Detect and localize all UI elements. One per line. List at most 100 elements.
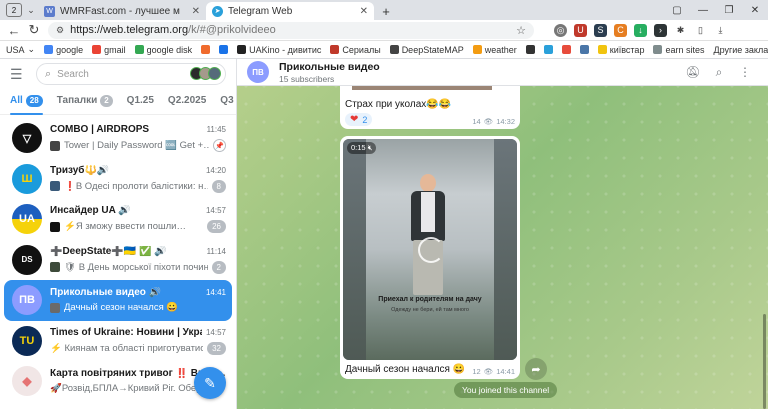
folder-tab-tapalki[interactable]: Тапалки 2: [57, 87, 113, 115]
more-options-icon[interactable]: ⋮: [732, 65, 758, 79]
unread-badge: 8: [211, 179, 226, 193]
chat-item-prikolnye-video[interactable]: ПВ Прикольные видео 🔊 14:41 Дачный сезон …: [4, 280, 232, 321]
serials-icon: [330, 45, 340, 54]
stories-avatars[interactable]: [190, 67, 221, 80]
folder-tab-q3[interactable]: Q3: [220, 87, 233, 115]
bookmark-gmail[interactable]: gmail: [92, 45, 126, 55]
search-placeholder: Search: [57, 68, 89, 80]
extension-shield-icon[interactable]: U: [574, 23, 587, 37]
chat-time: 14:41: [205, 288, 226, 298]
chat-time: 11:45: [206, 125, 226, 135]
avatar: ◆: [12, 366, 42, 397]
bookmark-google[interactable]: google: [44, 45, 83, 55]
tab-search-chevron-icon[interactable]: ⌄: [24, 5, 38, 16]
video-blur-right: [494, 139, 517, 360]
bookmark-deepstatemap[interactable]: DeepStateMAP: [389, 45, 464, 55]
bookmark-12[interactable]: [561, 45, 571, 54]
forward-button[interactable]: ➦: [525, 358, 547, 380]
heart-icon: ❤: [350, 114, 359, 125]
story-avatar[interactable]: [208, 67, 221, 80]
new-tab-button[interactable]: +: [378, 3, 394, 19]
uakino-icon: [237, 45, 247, 54]
minimize-icon[interactable]: —: [690, 0, 716, 20]
bookmark-13[interactable]: [579, 45, 589, 54]
map-icon: ◆: [22, 374, 32, 389]
profile-icon[interactable]: ▢: [664, 0, 690, 20]
extensions-area: ◎ U S C ↓ › ✱ ▯ ⤓: [554, 23, 727, 37]
search-input[interactable]: ⌕ Search: [36, 63, 226, 85]
pin-icon: 📌: [213, 139, 226, 153]
vk-icon: [579, 45, 589, 54]
extension-download-icon[interactable]: ↓: [634, 23, 647, 37]
tab-title: WMRFast.com - лучшее м: [60, 5, 180, 17]
other-bookmarks[interactable]: Другие закладки: [713, 45, 768, 55]
folder-tab-all[interactable]: All 28: [10, 87, 43, 115]
extensions-puzzle-icon[interactable]: ✱: [674, 24, 687, 37]
bookmark-10[interactable]: [525, 45, 535, 54]
bookmark-usa[interactable]: USA ⌄: [6, 44, 35, 55]
folder-tab-q2[interactable]: Q2.2025: [168, 87, 206, 115]
restore-icon[interactable]: ❐: [716, 0, 742, 20]
extension-globe-icon[interactable]: ◎: [554, 23, 567, 37]
bookmark-weather[interactable]: weather: [472, 45, 517, 55]
subscriber-count: 15 subscribers: [279, 73, 335, 84]
google-drive-icon: [134, 45, 144, 54]
chat-item-times-of-ukraine[interactable]: TU Times of Ukraine: Новини | Україна14:…: [4, 321, 232, 362]
avatar: Ш: [12, 163, 42, 194]
bookmark-earn-sites[interactable]: earn sites: [653, 45, 704, 55]
bookmark-uakino[interactable]: UAKino - дивитис: [237, 45, 321, 55]
close-tab-icon[interactable]: ✕: [192, 6, 200, 17]
chat-item-insider-ua[interactable]: UA Инсайдер UA 🔊 14:57 ⚡Я зможу ввести по…: [4, 199, 232, 240]
sidepanel-icon[interactable]: ▯: [694, 24, 707, 37]
browser-tab-wmrfast[interactable]: W WMRFast.com - лучшее м ✕: [38, 2, 206, 20]
url-bar[interactable]: ⚙ https://web.telegram.org/k/#@prikolvid…: [48, 21, 534, 39]
hamburger-menu-icon[interactable]: ☰: [10, 66, 28, 83]
chat-time: 14:20: [205, 165, 226, 175]
bookmark-kyivstar[interactable]: київстар: [597, 45, 644, 55]
chat-item-tryzub[interactable]: Ш Тризуб🔱🔊 14:20 ❗В Одесі пролоти балісти…: [4, 159, 232, 200]
telegram-favicon-icon: ➤: [212, 5, 223, 17]
message-thumbnail: [50, 262, 60, 273]
muted-speaker-icon[interactable]: 🔇︎: [368, 143, 373, 152]
compose-pencil-button[interactable]: ✎: [194, 367, 226, 399]
reaction-chip[interactable]: ❤ 2: [345, 113, 373, 126]
mute-bell-icon[interactable]: 🔕︎: [680, 65, 706, 79]
search-icon[interactable]: ⌕: [706, 65, 732, 80]
video-message-bubble[interactable]: 0:15 🔇︎ Приехал к родителям на дачу Одеж…: [340, 136, 520, 379]
back-arrow-icon[interactable]: ←: [4, 23, 24, 38]
channel-avatar[interactable]: ПВ: [247, 61, 269, 83]
bookmark-4[interactable]: [201, 45, 211, 54]
chat-item-deepstate[interactable]: DS ➕DeepState➕🇺🇦 ✅ 🔊 11:14 🛡 В День морсь…: [4, 240, 232, 281]
message-bubble[interactable]: Страх при уколах😂😂 ❤ 2 14 👁︎ 14:32: [340, 86, 520, 129]
bookmark-google-disk[interactable]: google disk: [134, 45, 192, 55]
extension-c-icon[interactable]: C: [614, 23, 627, 37]
chat-header[interactable]: ПВ Прикольные видео 15 subscribers 🔕︎ ⌕ …: [237, 59, 768, 86]
tab-count-button[interactable]: 2: [6, 3, 22, 17]
folder-tab-q1[interactable]: Q1.25: [127, 87, 154, 115]
bookmark-serials[interactable]: Сериалы: [330, 45, 381, 55]
message-text: Дачный сезон начался 😀: [345, 364, 466, 375]
chat-item-combo-airdrops[interactable]: ▽ COMBO | AIRDROPS 11:45 Tower | Daily Pa…: [4, 118, 232, 159]
video-player[interactable]: 0:15 🔇︎ Приехал к родителям на дачу Одеж…: [343, 139, 517, 360]
downloads-icon[interactable]: ⤓: [714, 24, 727, 37]
reload-icon[interactable]: ↻: [24, 22, 44, 38]
extension-arrow-icon[interactable]: ›: [654, 23, 667, 37]
wmrfast-favicon-icon: W: [44, 5, 55, 17]
close-tab-icon[interactable]: ✕: [360, 6, 368, 17]
bookmark-5[interactable]: [219, 45, 229, 54]
chat-time: 14:57: [205, 206, 226, 216]
unread-badge: 26: [207, 220, 226, 234]
deepstate-icon: [389, 45, 399, 54]
chat-preview: ⚡ Киянам та області приготуватис…: [50, 342, 204, 354]
scrollbar[interactable]: [763, 314, 766, 409]
close-window-icon[interactable]: ✕: [742, 0, 768, 20]
view-count: 14: [472, 117, 481, 126]
bookmark-11[interactable]: [543, 45, 553, 54]
bookmark-star-icon[interactable]: ☆: [516, 24, 526, 37]
browser-tab-telegram[interactable]: ➤ Telegram Web ✕: [206, 2, 374, 20]
site-info-icon[interactable]: ⚙: [56, 25, 64, 36]
extension-s-icon[interactable]: S: [594, 23, 607, 37]
chat-time: 11:14: [206, 246, 226, 256]
browser-tab-strip: 2 ⌄ W WMRFast.com - лучшее м ✕ ➤ Telegra…: [0, 0, 768, 20]
service-message: You joined this channel: [454, 382, 558, 398]
